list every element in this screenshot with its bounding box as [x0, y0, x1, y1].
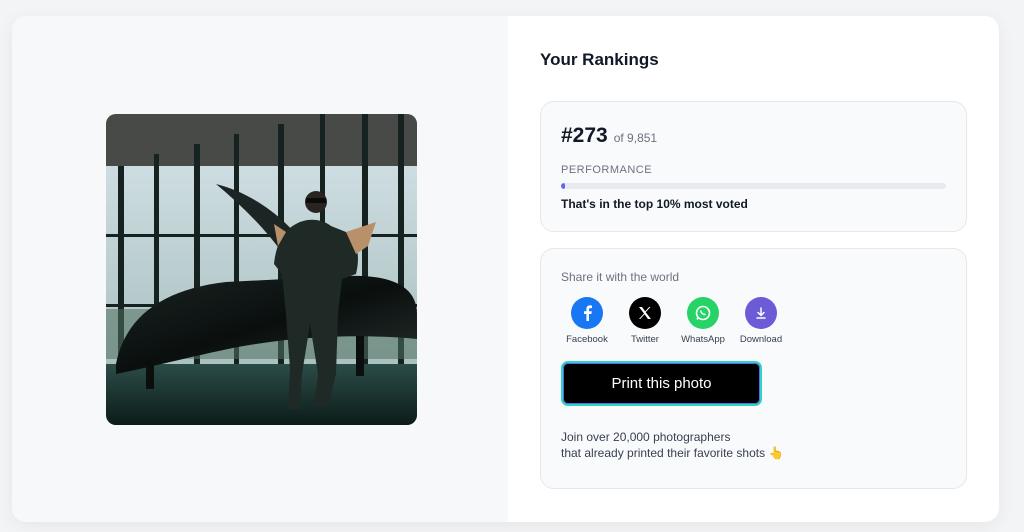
share-twitter-button[interactable]: Twitter: [619, 297, 671, 345]
facebook-icon: [571, 297, 603, 329]
whatsapp-icon: [687, 297, 719, 329]
share-whatsapp-label: WhatsApp: [681, 334, 725, 345]
share-whatsapp-button[interactable]: WhatsApp: [677, 297, 729, 345]
join-message-line-1: Join over 20,000 photographers: [561, 430, 731, 444]
share-download-button[interactable]: Download: [735, 297, 787, 345]
performance-label: PERFORMANCE: [561, 164, 653, 176]
photo-pane: [12, 16, 508, 522]
rankings-pane: Your Rankings #273 of 9,851 PERFORMANCE …: [508, 16, 999, 522]
performance-bar-fill: [561, 183, 565, 189]
share-title: Share it with the world: [561, 270, 680, 284]
rank-total: of 9,851: [613, 131, 658, 145]
join-message: Join over 20,000 photographers that alre…: [561, 429, 783, 461]
print-photo-button[interactable]: Print this photo: [561, 361, 762, 406]
rank-number: #273: [561, 124, 608, 147]
share-twitter-label: Twitter: [631, 334, 659, 345]
share-facebook-button[interactable]: Facebook: [561, 297, 613, 345]
share-download-label: Download: [739, 334, 783, 345]
rank-line: #273 of 9,851: [561, 124, 657, 148]
share-box: Share it with the world Facebook Twitter: [540, 248, 967, 489]
x-icon: [629, 297, 661, 329]
rank-summary-box: #273 of 9,851 PERFORMANCE That's in the …: [540, 101, 967, 232]
share-buttons: Facebook Twitter WhatsApp Download: [561, 297, 787, 345]
ranking-card: Your Rankings #273 of 9,851 PERFORMANCE …: [12, 16, 999, 522]
performance-bar: [561, 183, 946, 189]
performance-summary: That's in the top 10% most voted: [561, 197, 748, 211]
download-icon: [745, 297, 777, 329]
join-message-line-2: that already printed their favorite shot…: [561, 446, 784, 460]
rankings-title: Your Rankings: [540, 50, 659, 69]
share-facebook-label: Facebook: [566, 334, 608, 345]
submitted-photo: [106, 114, 417, 425]
